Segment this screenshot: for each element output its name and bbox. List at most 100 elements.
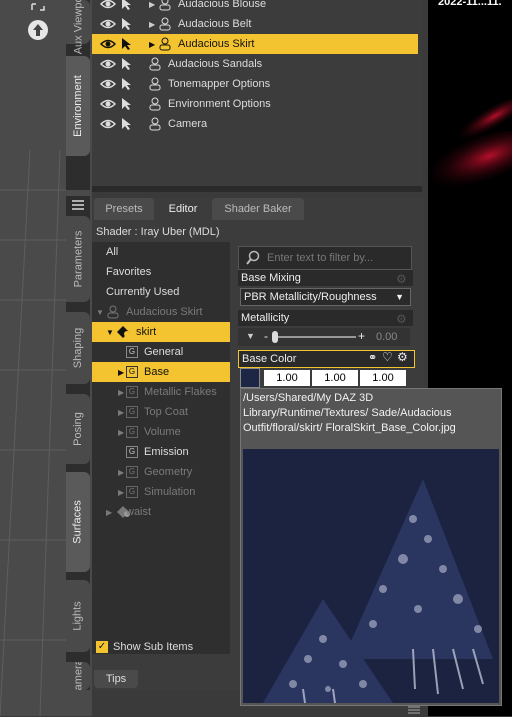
scene-item[interactable]: ▶ Audacious Skirt xyxy=(92,34,418,54)
tab-label: Cameras xyxy=(72,662,84,690)
tab-posing[interactable]: Posing xyxy=(66,394,90,464)
visibility-eye-icon[interactable] xyxy=(100,98,116,110)
selectable-cursor-icon[interactable] xyxy=(120,77,134,91)
scene-item[interactable]: Camera xyxy=(92,114,418,134)
tab-aux-viewport[interactable]: Aux Viewport xyxy=(66,0,90,54)
visibility-eye-icon[interactable] xyxy=(100,78,116,90)
selectable-cursor-icon[interactable] xyxy=(120,117,134,131)
base-mixing-gear-icon[interactable]: ⚙ xyxy=(396,272,407,286)
shader-group-icon: G xyxy=(126,346,138,358)
tab-presets-label: Presets xyxy=(105,203,143,215)
base-color-texture-thumbnail[interactable] xyxy=(240,368,260,388)
visibility-eye-icon[interactable] xyxy=(100,38,116,50)
metallicity-value[interactable]: 0.00 xyxy=(376,331,397,343)
surface-category-item[interactable]: ▶ G Top Coat xyxy=(92,402,230,422)
metallicity-row: ▼ - + 0.00 xyxy=(238,328,410,346)
surface-category-item[interactable]: ▼ Audacious Skirt xyxy=(92,302,230,322)
surface-category-item[interactable]: All xyxy=(92,242,230,262)
tab-surfaces[interactable]: Surfaces xyxy=(66,472,90,572)
selectable-cursor-icon[interactable] xyxy=(120,97,134,111)
selectable-cursor-icon[interactable] xyxy=(120,0,134,11)
expand-triangle-icon[interactable]: ▼ xyxy=(96,308,104,317)
scene-item[interactable]: ▶ Audacious Belt xyxy=(92,14,418,34)
minus-icon[interactable]: - xyxy=(264,329,268,343)
navigate-arrow-icon[interactable] xyxy=(28,20,48,40)
scene-item[interactable]: Tonemapper Options xyxy=(92,74,418,94)
surface-category-item[interactable]: Favorites xyxy=(92,262,230,282)
selectable-cursor-icon[interactable] xyxy=(120,17,134,31)
resize-grip-icon[interactable] xyxy=(406,704,422,714)
scene-item[interactable]: Audacious Sandals xyxy=(92,54,418,74)
base-color-b[interactable]: 1.00 xyxy=(360,370,406,386)
tab-lights[interactable]: Lights xyxy=(66,580,90,652)
tab-editor[interactable]: Editor xyxy=(156,198,210,220)
surface-category-item[interactable]: ▼ skirt xyxy=(92,322,230,342)
heart-icon[interactable]: ♡ xyxy=(382,350,393,364)
viewport-expand-icon[interactable] xyxy=(30,0,46,12)
shader-label: Shader : Iray Uber (MDL) xyxy=(96,226,220,238)
visibility-eye-icon[interactable] xyxy=(100,118,116,130)
metallicity-slider[interactable] xyxy=(272,336,356,338)
filter-input[interactable]: Enter text to filter by... xyxy=(238,246,412,270)
base-color-gear-icon[interactable]: ⚙ xyxy=(397,350,408,364)
selectable-cursor-icon[interactable] xyxy=(120,57,134,71)
visibility-eye-icon[interactable] xyxy=(100,0,116,10)
panel-menu-icon[interactable] xyxy=(70,198,86,212)
base-color-r[interactable]: 1.00 xyxy=(264,370,310,386)
tab-parameters[interactable]: Parameters xyxy=(66,216,90,302)
scene-item-label: Audacious Blouse xyxy=(178,0,267,10)
camera-icon xyxy=(149,117,161,131)
tab-presets[interactable]: Presets xyxy=(94,198,154,220)
tab-shader-baker[interactable]: Shader Baker xyxy=(212,198,304,220)
surface-category-item[interactable]: ▶ G Base xyxy=(92,362,230,382)
surface-category-item[interactable]: ▶ G Geometry xyxy=(92,462,230,482)
tab-shaping[interactable]: Shaping xyxy=(66,312,90,384)
expand-triangle-icon[interactable]: ▼ xyxy=(106,328,114,337)
search-icon xyxy=(246,250,260,265)
base-color-label: Base Color xyxy=(242,353,297,365)
visibility-eye-icon[interactable] xyxy=(100,18,116,30)
expand-triangle-icon[interactable]: ▶ xyxy=(149,0,155,9)
node-icon xyxy=(149,77,161,91)
surface-category-item[interactable]: G General xyxy=(92,342,230,362)
slider-handle[interactable] xyxy=(272,331,278,343)
shader-group-icon: G xyxy=(126,446,138,458)
surface-category-item[interactable]: G Emission xyxy=(92,442,230,462)
expand-triangle-icon[interactable]: ▶ xyxy=(106,508,112,517)
expand-triangle-icon[interactable]: ▶ xyxy=(149,20,155,29)
filter-placeholder: Enter text to filter by... xyxy=(267,252,374,264)
material-icon xyxy=(117,326,130,338)
expand-triangle-icon[interactable]: ▶ xyxy=(118,408,124,417)
plus-icon[interactable]: + xyxy=(358,329,365,343)
tips-tab[interactable]: Tips xyxy=(94,670,138,688)
surface-category-item[interactable]: ▶ G Metallic Flakes xyxy=(92,382,230,402)
panel-splitter[interactable] xyxy=(92,186,422,192)
tab-label: Lights xyxy=(72,601,85,631)
figure-icon xyxy=(107,305,119,319)
tab-cameras[interactable]: Cameras xyxy=(66,662,90,690)
category-label: Favorites xyxy=(106,266,152,278)
scene-item[interactable]: ▶ Audacious Blouse xyxy=(92,0,418,14)
expand-triangle-icon[interactable]: ▶ xyxy=(118,488,124,497)
tab-environment[interactable]: Environment xyxy=(66,56,90,156)
base-color-g[interactable]: 1.00 xyxy=(312,370,358,386)
expand-triangle-icon[interactable]: ▶ xyxy=(118,388,124,397)
expand-triangle-icon[interactable]: ▶ xyxy=(149,40,155,49)
metallicity-gear-icon[interactable]: ⚙ xyxy=(396,312,407,326)
visibility-eye-icon[interactable] xyxy=(100,58,116,70)
surface-category-item[interactable]: Currently Used xyxy=(92,282,230,302)
scene-item[interactable]: Environment Options xyxy=(92,94,418,114)
link-icon[interactable]: ⚭ xyxy=(368,351,377,364)
expand-triangle-icon[interactable]: ▶ xyxy=(118,468,124,477)
base-mixing-select[interactable]: PBR Metallicity/Roughness ▼ xyxy=(240,288,411,306)
show-sub-items-checkbox[interactable]: ✓ Show Sub Items xyxy=(96,640,193,654)
category-label: Metallic Flakes xyxy=(144,386,217,398)
surface-category-item[interactable]: ▶ waist xyxy=(92,502,230,522)
landscape-icon xyxy=(149,97,161,111)
surface-category-item[interactable]: ▶ G Simulation xyxy=(92,482,230,502)
selectable-cursor-icon[interactable] xyxy=(120,37,134,51)
expand-triangle-icon[interactable]: ▶ xyxy=(118,428,124,437)
surface-category-item[interactable]: ▶ G Volume xyxy=(92,422,230,442)
metallicity-dropdown-icon[interactable]: ▼ xyxy=(246,331,255,341)
expand-triangle-icon[interactable]: ▶ xyxy=(118,368,124,377)
